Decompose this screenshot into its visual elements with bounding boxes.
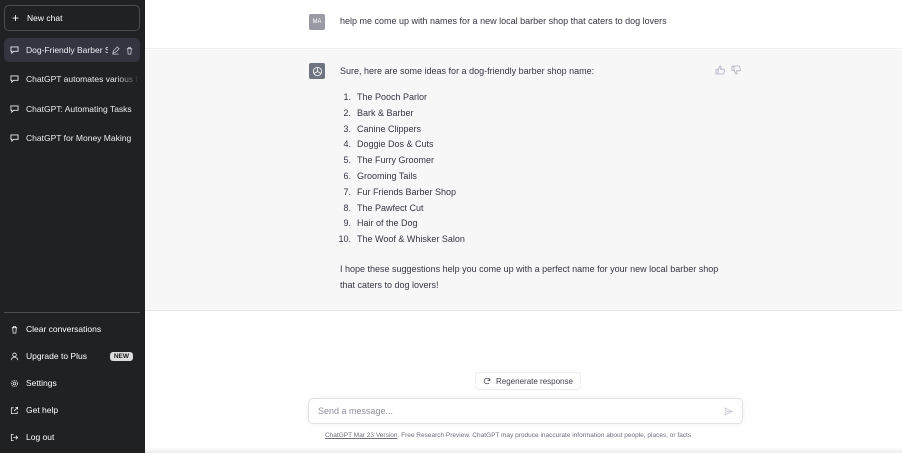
message-input[interactable]: [318, 406, 698, 416]
chat-bubble-icon: [10, 46, 19, 54]
chat-bubble-icon: [10, 134, 19, 142]
list-item: 9. Hair of the Dog: [343, 218, 418, 229]
regenerate-response-button[interactable]: Regenerate response: [475, 372, 581, 390]
list-item: 10. The Woof & Whisker Salon: [338, 234, 465, 245]
refresh-icon: [483, 377, 491, 385]
external-link-icon: [10, 406, 19, 414]
name-suggestions-list: 1. The Pooch Parlor 2. Bark & Barber 3. Can…: [333, 92, 465, 250]
conversation-label: ChatGPT: Automating Tasks: [26, 104, 132, 114]
conversation-label: ChatGPT for Money Making: [26, 133, 132, 143]
conversation-item[interactable]: ChatGPT automates various t: [4, 67, 140, 91]
chat-main: MA help me come up with names for a new …: [145, 0, 902, 453]
message-input-box: [308, 398, 743, 424]
conversation-label: Dog-Friendly Barber S: [26, 45, 108, 55]
openai-logo-icon: [312, 66, 322, 76]
assistant-message-row: Sure, here are some ideas for a dog-frie…: [145, 50, 902, 311]
list-item: 5. The Furry Groomer: [343, 155, 435, 166]
new-chat-label: New chat: [27, 13, 63, 23]
footer-text: . Free Research Preview. ChatGPT may pro…: [397, 432, 692, 439]
clear-conversations-button[interactable]: Clear conversations: [4, 318, 140, 340]
thumbs-down-icon[interactable]: [731, 65, 741, 75]
conversation-item[interactable]: ChatGPT: Automating Tasks: [4, 97, 140, 121]
version-link[interactable]: ChatGPT Mar 23 Version: [325, 432, 398, 439]
list-item: 6. Grooming Tails: [343, 170, 417, 181]
user-icon: [10, 352, 19, 360]
log-out-button[interactable]: Log out: [4, 426, 140, 448]
menu-label: Log out: [26, 432, 55, 442]
menu-label: Settings: [26, 378, 57, 388]
send-icon[interactable]: [724, 407, 733, 416]
assistant-closing: I hope these suggestions help you come u…: [340, 264, 719, 290]
settings-button[interactable]: Settings: [4, 372, 140, 394]
regenerate-label: Regenerate response: [496, 376, 573, 386]
new-chat-button[interactable]: + New chat: [4, 5, 140, 31]
conversation-item[interactable]: ChatGPT for Money Making: [4, 126, 140, 150]
footer-disclaimer: ChatGPT Mar 23 Version. Free Research Pr…: [325, 432, 691, 439]
plus-icon: +: [12, 11, 20, 25]
list-item: 3. Canine Clippers: [343, 123, 422, 134]
sidebar-divider: [4, 312, 140, 313]
user-message-row: MA help me come up with names for a new …: [145, 0, 902, 49]
list-item: 7. Fur Friends Barber Shop: [343, 186, 457, 197]
log-out-icon: [10, 433, 19, 441]
list-item: 2. Bark & Barber: [343, 107, 414, 118]
user-message: help me come up with names for a new loc…: [340, 16, 667, 26]
chat-bubble-icon: [10, 75, 19, 83]
thumbs-up-icon[interactable]: [715, 65, 725, 75]
list-item: 8. The Pawfect Cut: [343, 202, 424, 213]
list-item: 4. Doggie Dos & Cuts: [343, 139, 434, 150]
new-badge: NEW: [109, 351, 133, 361]
feedback-buttons: [715, 65, 741, 75]
menu-label: Get help: [26, 405, 59, 415]
edit-icon[interactable]: [111, 45, 120, 55]
trash-icon[interactable]: [125, 46, 134, 55]
chat-bubble-icon: [10, 105, 19, 113]
conversation-item-active[interactable]: Dog-Friendly Barber S: [4, 38, 140, 62]
assistant-avatar: [309, 63, 325, 79]
menu-label: Upgrade to Plus: [26, 351, 87, 361]
upgrade-to-plus-button[interactable]: Upgrade to Plus NEW: [4, 345, 140, 367]
gear-icon: [10, 379, 19, 387]
user-avatar: MA: [309, 14, 325, 30]
get-help-button[interactable]: Get help: [4, 399, 140, 421]
list-item: 1. The Pooch Parlor: [343, 92, 428, 102]
trash-icon: [11, 325, 18, 334]
sidebar: + New chat Dog-Friendly Barber S ChatGPT…: [0, 0, 145, 453]
assistant-intro: Sure, here are some ideas for a dog-frie…: [340, 66, 595, 76]
menu-label: Clear conversations: [26, 324, 102, 334]
